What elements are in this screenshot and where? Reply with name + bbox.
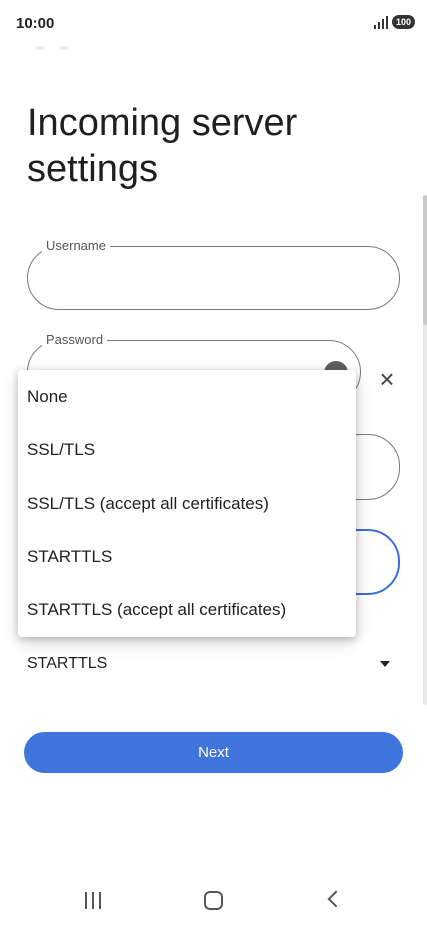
page-indicator-dots	[36, 46, 68, 50]
username-input[interactable]	[48, 269, 379, 287]
close-icon[interactable]: ×	[374, 366, 400, 392]
security-select-value: STARTTLS	[27, 655, 108, 672]
menu-item-ssl-tls[interactable]: SSL/TLS	[18, 423, 356, 476]
security-select[interactable]: STARTTLS	[27, 646, 393, 682]
username-label: Username	[42, 238, 110, 253]
menu-item-none[interactable]: None	[18, 370, 356, 423]
security-dropdown-menu: None SSL/TLS SSL/TLS (accept all certifi…	[18, 370, 356, 637]
home-icon[interactable]	[204, 891, 223, 910]
battery-icon: 100	[391, 15, 415, 29]
next-button[interactable]: Next	[24, 732, 403, 773]
back-icon[interactable]	[327, 890, 345, 908]
status-indicators: 100	[373, 15, 415, 29]
menu-item-ssl-tls-accept-all[interactable]: SSL/TLS (accept all certificates)	[18, 477, 356, 530]
page-title: Incoming server settings	[27, 102, 298, 190]
menu-item-starttls-accept-all[interactable]: STARTTLS (accept all certificates)	[18, 583, 356, 636]
menu-item-starttls[interactable]: STARTTLS	[18, 530, 356, 583]
screen: 10:00 100 Incoming server settings Usern…	[0, 0, 427, 926]
navigation-bar	[0, 870, 427, 926]
status-bar: 10:00 100	[0, 0, 427, 46]
signal-icon	[373, 15, 388, 29]
dropdown-arrow-icon	[380, 661, 390, 667]
recent-apps-icon[interactable]	[85, 892, 101, 909]
status-time: 10:00	[16, 15, 55, 32]
password-label: Password	[42, 332, 108, 347]
scrollbar-thumb[interactable]	[423, 195, 427, 325]
username-field[interactable]: Username	[27, 238, 400, 310]
